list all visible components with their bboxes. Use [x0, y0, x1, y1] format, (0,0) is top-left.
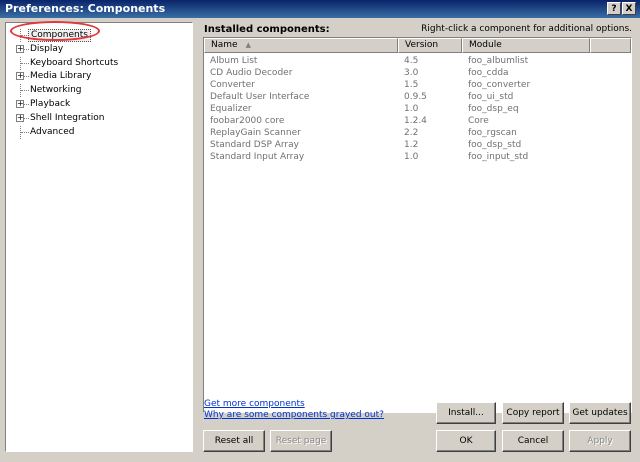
component-name: Standard Input Array: [210, 152, 305, 162]
tree-item-playback[interactable]: + Playback: [6, 98, 192, 111]
component-name: Default User Interface: [210, 92, 310, 102]
column-module[interactable]: Module: [462, 38, 590, 53]
table-row[interactable]: Standard Input Array 1.0 foo_input_std: [204, 151, 631, 163]
tree-item-label: Advanced: [30, 126, 75, 137]
component-version: 1.0: [404, 104, 419, 114]
component-module: foo_rgscan: [468, 128, 517, 138]
component-name: Standard DSP Array: [210, 140, 299, 150]
tree-item-advanced[interactable]: Advanced: [6, 125, 192, 139]
table-row[interactable]: Standard DSP Array 1.2 foo_dsp_std: [204, 139, 631, 151]
tree-item-label: Playback: [30, 99, 71, 109]
component-name: Equalizer: [210, 104, 252, 114]
installed-components-heading: Installed components:: [204, 24, 330, 35]
component-version: 3.0: [404, 68, 419, 78]
component-module: foo_dsp_std: [468, 140, 522, 150]
grayed-out-help-link[interactable]: Why are some components grayed out?: [204, 410, 384, 420]
table-row[interactable]: Equalizer 1.0 foo_dsp_eq: [204, 103, 631, 115]
component-name: ReplayGain Scanner: [210, 128, 301, 138]
component-module: Core: [468, 116, 489, 126]
apply-button[interactable]: Apply: [569, 430, 631, 452]
component-version: 2.2: [404, 128, 419, 138]
tree-connector: [24, 48, 29, 50]
install-button[interactable]: Install...: [436, 402, 496, 424]
component-version: 4.5: [404, 56, 419, 66]
tree-item-label: Keyboard Shortcuts: [30, 57, 119, 68]
expand-plus-icon[interactable]: +: [16, 44, 24, 53]
get-more-components-link[interactable]: Get more components: [204, 399, 305, 409]
table-row[interactable]: Album List 4.5 foo_albumlist: [204, 55, 631, 67]
tree-connector: [21, 62, 29, 64]
tree-item-shell-integration[interactable]: + Shell Integration: [6, 112, 192, 125]
list-header: Name ▲ Version Module: [204, 38, 631, 53]
reset-all-button[interactable]: Reset all: [203, 430, 265, 452]
table-row[interactable]: Default User Interface 0.9.5 foo_ui_std: [204, 91, 631, 103]
component-name: Album List: [210, 56, 258, 66]
close-button[interactable]: X: [622, 2, 636, 15]
component-version: 1.2.4: [404, 116, 427, 126]
component-version: 1.2: [404, 140, 419, 150]
component-version: 0.9.5: [404, 92, 427, 102]
column-filler: [590, 38, 631, 53]
component-module: foo_ui_std: [468, 92, 514, 102]
component-version: 1.0: [404, 152, 419, 162]
table-row[interactable]: ReplayGain Scanner 2.2 foo_rgscan: [204, 127, 631, 139]
tree-connector: [24, 117, 29, 119]
table-row[interactable]: Converter 1.5 foo_converter: [204, 79, 631, 91]
tree-connector: [21, 90, 29, 92]
expand-plus-icon[interactable]: +: [16, 100, 24, 108]
tree-connector: [24, 76, 29, 78]
tree-item-label: Networking: [30, 85, 82, 96]
tree-item-networking[interactable]: Networking: [6, 84, 192, 98]
tree-item-label: Shell Integration: [30, 112, 105, 123]
component-module: foo_cdda: [468, 68, 509, 78]
get-updates-button[interactable]: Get updates: [569, 402, 631, 424]
tree-item-label: Media Library: [30, 71, 92, 82]
component-name: CD Audio Decoder: [210, 68, 293, 78]
column-name[interactable]: Name ▲: [204, 38, 398, 53]
tree-connector: [24, 104, 29, 105]
tree-item-keyboard-shortcuts[interactable]: Keyboard Shortcuts: [6, 56, 192, 70]
tree-item-components[interactable]: Components: [6, 29, 192, 42]
window-title: Preferences: Components: [5, 2, 166, 15]
component-module: foo_albumlist: [468, 56, 529, 66]
components-list[interactable]: Name ▲ Version Module Album List 4.5 foo_al…: [203, 37, 632, 413]
column-name-label: Name: [211, 40, 238, 50]
right-click-hint: Right-click a component for additional o…: [421, 24, 632, 34]
sort-ascending-icon: ▲: [245, 41, 251, 49]
table-row[interactable]: foobar2000 core 1.2.4 Core: [204, 115, 631, 127]
tree-item-media-library[interactable]: + Media Library: [6, 70, 192, 83]
column-version[interactable]: Version: [398, 38, 462, 53]
component-module: foo_input_std: [468, 152, 529, 162]
expand-plus-icon[interactable]: +: [16, 113, 24, 122]
tree-item-label: Components: [28, 29, 91, 42]
tree-item-display[interactable]: + Display: [6, 43, 192, 56]
component-version: 1.5: [404, 80, 419, 90]
reset-page-button[interactable]: Reset page: [270, 430, 332, 452]
expand-plus-icon[interactable]: +: [16, 72, 24, 81]
copy-report-button[interactable]: Copy report: [502, 402, 564, 424]
component-name: foobar2000 core: [210, 116, 285, 126]
preferences-window: Components + Display Keyboard Shortcuts + Med…: [0, 18, 640, 462]
preferences-tree[interactable]: Components + Display Keyboard Shortcuts + Med…: [5, 22, 193, 452]
title-bar: Preferences: Components ? X: [0, 0, 640, 18]
tree-connector: [21, 131, 29, 133]
component-name: Converter: [210, 80, 255, 90]
component-module: foo_converter: [468, 80, 531, 90]
ok-button[interactable]: OK: [436, 430, 496, 452]
table-row[interactable]: CD Audio Decoder 3.0 foo_cdda: [204, 67, 631, 79]
tree-item-label: Display: [30, 43, 64, 54]
component-module: foo_dsp_eq: [468, 104, 519, 114]
cancel-button[interactable]: Cancel: [502, 430, 564, 452]
help-button[interactable]: ?: [607, 2, 621, 15]
